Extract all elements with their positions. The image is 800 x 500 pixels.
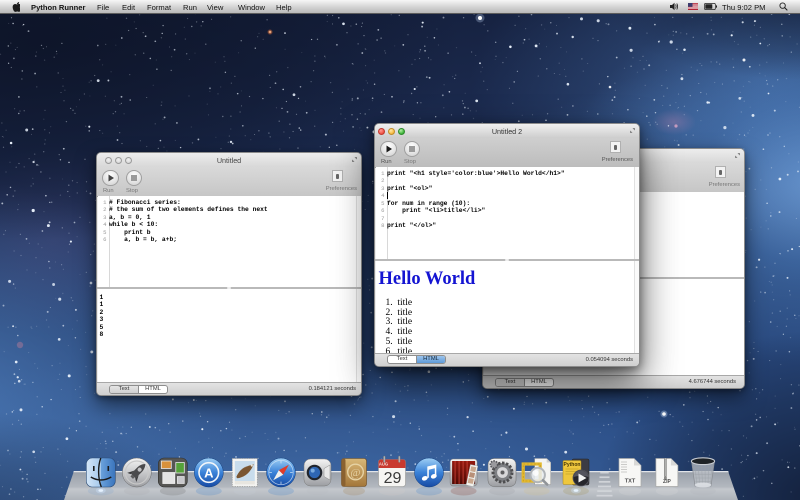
svg-text:A: A [204,466,214,481]
svg-text:29: 29 [384,470,402,487]
svg-text:@: @ [350,467,360,479]
svg-text:Python: Python [564,462,581,468]
svg-text:ZIP: ZIP [663,479,671,485]
svg-text:TXT: TXT [625,479,636,485]
